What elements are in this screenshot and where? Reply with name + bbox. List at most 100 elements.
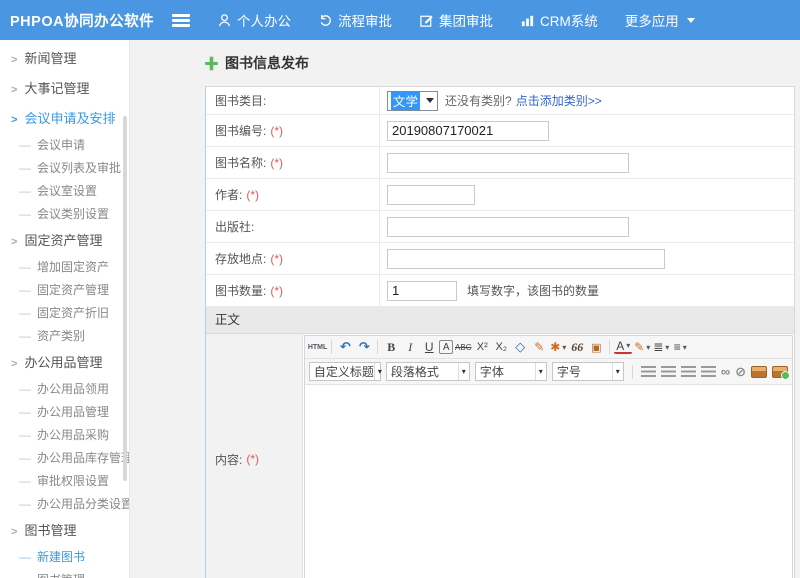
image-icon[interactable] <box>751 366 767 378</box>
chevron-right-icon: > <box>11 526 17 538</box>
field-label: 作者: <box>215 186 242 203</box>
sidebar-group-fixed-assets[interactable]: >固定资产管理 <box>0 226 129 256</box>
sidebar-item-approval-permission[interactable]: —审批权限设置 <box>0 470 129 493</box>
quantity-hint: 填写数字，该图书的数量 <box>467 282 599 299</box>
sidebar-item-supplies-category[interactable]: —办公用品分类设置 <box>0 493 129 516</box>
underline-button[interactable]: U <box>420 339 438 356</box>
sidebar-item-supplies-stock[interactable]: —办公用品库存管理 <box>0 447 129 470</box>
sidebar-item-new-book[interactable]: —新建图书 <box>0 546 129 569</box>
paste-text-icon[interactable]: ▣ <box>587 339 605 356</box>
editor-toolbar-row1: HTML ↶ ↷ B I U A ABC X² X₂ ◇ ✎ <box>305 336 792 359</box>
undo-icon[interactable]: ↶ <box>336 339 354 356</box>
quantity-input[interactable] <box>387 281 457 301</box>
align-justify-button[interactable] <box>701 366 716 378</box>
form-row-quantity: 图书数量: (*) 填写数字，该图书的数量 <box>206 275 794 307</box>
nav-personal-office[interactable]: 个人办公 <box>217 10 291 30</box>
sidebar-item-supplies-manage[interactable]: —办公用品管理 <box>0 401 129 424</box>
insert-image-icon[interactable] <box>772 366 788 378</box>
sidebar-item-supplies-claim[interactable]: —办公用品领用 <box>0 378 129 401</box>
sidebar-group-milestones[interactable]: >大事记管理 <box>0 74 129 104</box>
font-color-button[interactable]: A <box>614 340 632 354</box>
nav-group-approval[interactable]: 集团审批 <box>419 10 493 30</box>
bold-button[interactable]: B <box>382 339 400 356</box>
eraser-icon[interactable]: ◇ <box>511 339 529 356</box>
form-row-book-code: 图书编号: (*) <box>206 115 794 147</box>
book-form: 图书类目: 文学 还没有类别? 点击添加类别>> 图书编号: (*) <box>205 86 795 578</box>
edit-square-icon <box>419 13 434 28</box>
highlight-pen-icon[interactable]: ✎ <box>633 339 651 356</box>
top-navbar: PHPOA协同办公软件 个人办公 流程审批 集团审批 CRM系统 <box>0 0 800 40</box>
strikethrough-button[interactable]: ABC <box>454 339 472 356</box>
sidebar-item-asset-depreciation[interactable]: —固定资产折旧 <box>0 302 129 325</box>
book-name-input[interactable] <box>387 153 629 173</box>
sidebar-item-meeting-apply[interactable]: —会议申请 <box>0 134 129 157</box>
superscript-button[interactable]: X² <box>473 339 491 356</box>
form-row-book-name: 图书名称: (*) <box>206 147 794 179</box>
align-left-button[interactable] <box>641 366 656 378</box>
sidebar-item-add-asset[interactable]: —增加固定资产 <box>0 256 129 279</box>
editor-content-area[interactable] <box>305 385 792 578</box>
select-caret-icon: ▾ <box>458 363 469 380</box>
book-code-input[interactable] <box>387 121 549 141</box>
sidebar-item-asset-category[interactable]: —资产类别 <box>0 325 129 348</box>
nav-crm-system[interactable]: CRM系统 <box>520 10 598 30</box>
required-mark: (*) <box>270 156 283 170</box>
sidebar-group-office-supplies[interactable]: >办公用品管理 <box>0 348 129 378</box>
category-select[interactable]: 文学 <box>387 91 438 111</box>
sidebar-scrollbar[interactable] <box>123 116 127 481</box>
sidebar: >新闻管理 >大事记管理 >会议申请及安排 —会议申请 —会议列表及审批 —会议… <box>0 40 130 578</box>
chevron-right-icon: > <box>11 54 17 66</box>
author-input[interactable] <box>387 185 475 205</box>
required-mark: (*) <box>270 252 283 266</box>
sidebar-item-book-manage[interactable]: —图书管理 <box>0 569 129 578</box>
main-content: 图书信息发布 图书类目: 文学 还没有类别? 点击添加类别>> <box>131 40 800 578</box>
bar-chart-icon <box>520 13 535 28</box>
hamburger-menu-icon[interactable] <box>172 14 190 27</box>
sidebar-item-supplies-purchase[interactable]: —办公用品采购 <box>0 424 129 447</box>
align-center-button[interactable] <box>661 366 676 378</box>
required-mark: (*) <box>246 188 259 202</box>
redo-icon[interactable]: ↷ <box>355 339 373 356</box>
chevron-right-icon: > <box>11 236 17 248</box>
add-category-link[interactable]: 点击添加类别>> <box>516 92 602 109</box>
required-mark: (*) <box>270 124 283 138</box>
link-icon[interactable]: ∞ <box>721 364 730 379</box>
nav-more-apps[interactable]: 更多应用 <box>625 10 695 30</box>
field-label: 存放地点: <box>215 250 266 267</box>
italic-button[interactable]: I <box>401 339 419 356</box>
sidebar-group-news[interactable]: >新闻管理 <box>0 44 129 74</box>
subscript-button[interactable]: X₂ <box>492 339 510 356</box>
field-label: 图书数量: <box>215 282 266 299</box>
form-row-publisher: 出版社: <box>206 211 794 243</box>
font-size-select[interactable]: 字号 ▾ <box>552 362 624 381</box>
font-style-box-button[interactable]: A <box>439 340 453 354</box>
format-brush-icon[interactable]: ✎ <box>530 339 548 356</box>
sidebar-item-meeting-category[interactable]: —会议类别设置 <box>0 203 129 226</box>
source-code-button[interactable]: HTML <box>308 339 327 356</box>
font-family-select[interactable]: 字体 ▾ <box>475 362 547 381</box>
sidebar-group-books[interactable]: >图书管理 <box>0 516 129 546</box>
align-right-button[interactable] <box>681 366 696 378</box>
add-plus-icon <box>205 57 218 70</box>
unlink-icon[interactable]: ⊘ <box>735 364 746 380</box>
rich-text-editor: HTML ↶ ↷ B I U A ABC X² X₂ ◇ ✎ <box>304 335 793 578</box>
publisher-input[interactable] <box>387 217 629 237</box>
sidebar-group-meetings[interactable]: >会议申请及安排 <box>0 104 129 134</box>
chevron-right-icon: > <box>11 114 17 126</box>
ordered-list-button[interactable]: ≣ <box>652 339 670 356</box>
location-input[interactable] <box>387 249 665 269</box>
sidebar-item-meeting-list[interactable]: —会议列表及审批 <box>0 157 129 180</box>
blockquote-button[interactable]: 66 <box>568 339 586 356</box>
paragraph-format-select[interactable]: 段落格式 ▾ <box>386 362 470 381</box>
custom-heading-select[interactable]: 自定义标题 ▾ <box>309 362 381 381</box>
color-palette-icon[interactable]: ✱ <box>549 339 567 356</box>
sidebar-item-asset-manage[interactable]: —固定资产管理 <box>0 279 129 302</box>
sidebar-item-meeting-room[interactable]: —会议室设置 <box>0 180 129 203</box>
chevron-right-icon: > <box>11 84 17 96</box>
select-caret-icon: ▾ <box>612 363 623 380</box>
select-caret-icon: ▾ <box>535 363 546 380</box>
chevron-right-icon: > <box>11 358 17 370</box>
unordered-list-button[interactable]: ≡ <box>671 339 689 356</box>
nav-process-approval[interactable]: 流程审批 <box>318 10 392 30</box>
category-label: 图书类目: <box>215 92 266 109</box>
